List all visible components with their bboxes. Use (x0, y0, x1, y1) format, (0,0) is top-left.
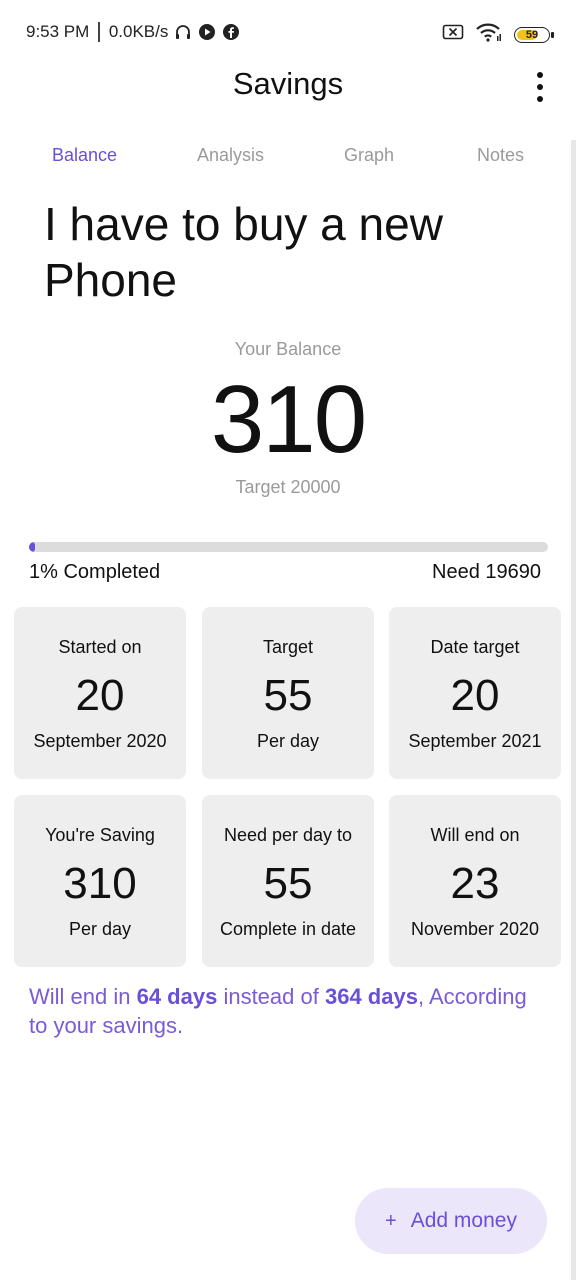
tab-notes[interactable]: Notes (477, 145, 524, 166)
more-dot (537, 72, 543, 78)
tab-graph[interactable]: Graph (344, 145, 394, 166)
progress-fill (29, 542, 35, 552)
more-dot (537, 96, 543, 102)
card-sub: November 2020 (410, 919, 540, 939)
wifi-icon (476, 22, 502, 47)
balance-value: 310 (210, 366, 367, 473)
page-title: Savings (232, 66, 344, 101)
savings-summary: Will end in 64 days instead of 364 days,… (29, 982, 549, 1040)
scrollbar[interactable] (571, 140, 576, 1280)
card-you-are-saving: You're Saving 310 Per day (14, 795, 186, 967)
summary-days-target: 364 days (324, 984, 418, 1009)
tab-analysis[interactable]: Analysis (197, 145, 264, 166)
card-value: 55 (263, 859, 313, 908)
play-circle-icon (198, 23, 216, 41)
card-date-target: Date target 20 September 2021 (389, 607, 561, 779)
status-separator (98, 22, 100, 42)
add-money-label: Add money (410, 1209, 517, 1232)
facebook-icon (222, 23, 240, 41)
progress-completed-text: 1% Completed (29, 561, 161, 583)
headphones-icon (174, 23, 192, 41)
card-value: 20 (75, 671, 125, 720)
card-value: 55 (263, 671, 313, 720)
battery-icon: 59 (514, 26, 554, 43)
progress-need-text: Need 19690 (432, 561, 541, 583)
no-sim-icon (442, 23, 464, 46)
battery-level: 59 (525, 28, 539, 41)
summary-prefix: Will end in (29, 984, 137, 1009)
card-target: Target 55 Per day (202, 607, 374, 779)
add-money-button[interactable]: + Add money (355, 1188, 547, 1254)
card-label: Will end on (430, 825, 520, 845)
progress-bar (29, 542, 548, 552)
tab-bar: Balance Analysis Graph Notes (0, 145, 566, 175)
card-sub: Complete in date (219, 919, 357, 939)
card-will-end-on: Will end on 23 November 2020 (389, 795, 561, 967)
target-label: Target 20000 (235, 477, 341, 497)
card-sub: September 2020 (33, 731, 167, 751)
card-label: Target (262, 637, 314, 657)
goal-title: I have to buy a new Phone (44, 198, 443, 306)
status-time: 9:53 PM (26, 22, 90, 41)
app-bar: Savings (0, 66, 576, 138)
plus-icon: + (385, 1209, 397, 1232)
summary-days-actual: 64 days (136, 984, 218, 1009)
card-value: 310 (63, 859, 137, 908)
status-bar: 9:53 PM 0.0KB/s 59 (0, 0, 576, 66)
card-sub: September 2021 (408, 731, 542, 751)
card-label: Need per day to (223, 825, 353, 845)
card-sub: Per day (68, 919, 132, 939)
card-value: 20 (450, 671, 500, 720)
more-dot (537, 84, 543, 90)
card-label: Date target (430, 637, 520, 657)
card-need-per-day: Need per day to 55 Complete in date (202, 795, 374, 967)
status-left: 9:53 PM 0.0KB/s (26, 22, 240, 42)
tab-balance[interactable]: Balance (52, 145, 117, 166)
card-value: 23 (450, 859, 500, 908)
more-options-icon[interactable] (528, 70, 552, 104)
card-sub: Per day (256, 731, 320, 751)
status-right: 59 (442, 22, 554, 47)
balance-label: Your Balance (234, 339, 342, 359)
summary-middle: instead of (217, 984, 325, 1009)
card-started-on: Started on 20 September 2020 (14, 607, 186, 779)
status-net-speed: 0.0KB/s (108, 22, 169, 41)
card-label: Started on (58, 637, 142, 657)
card-label: You're Saving (45, 825, 155, 845)
